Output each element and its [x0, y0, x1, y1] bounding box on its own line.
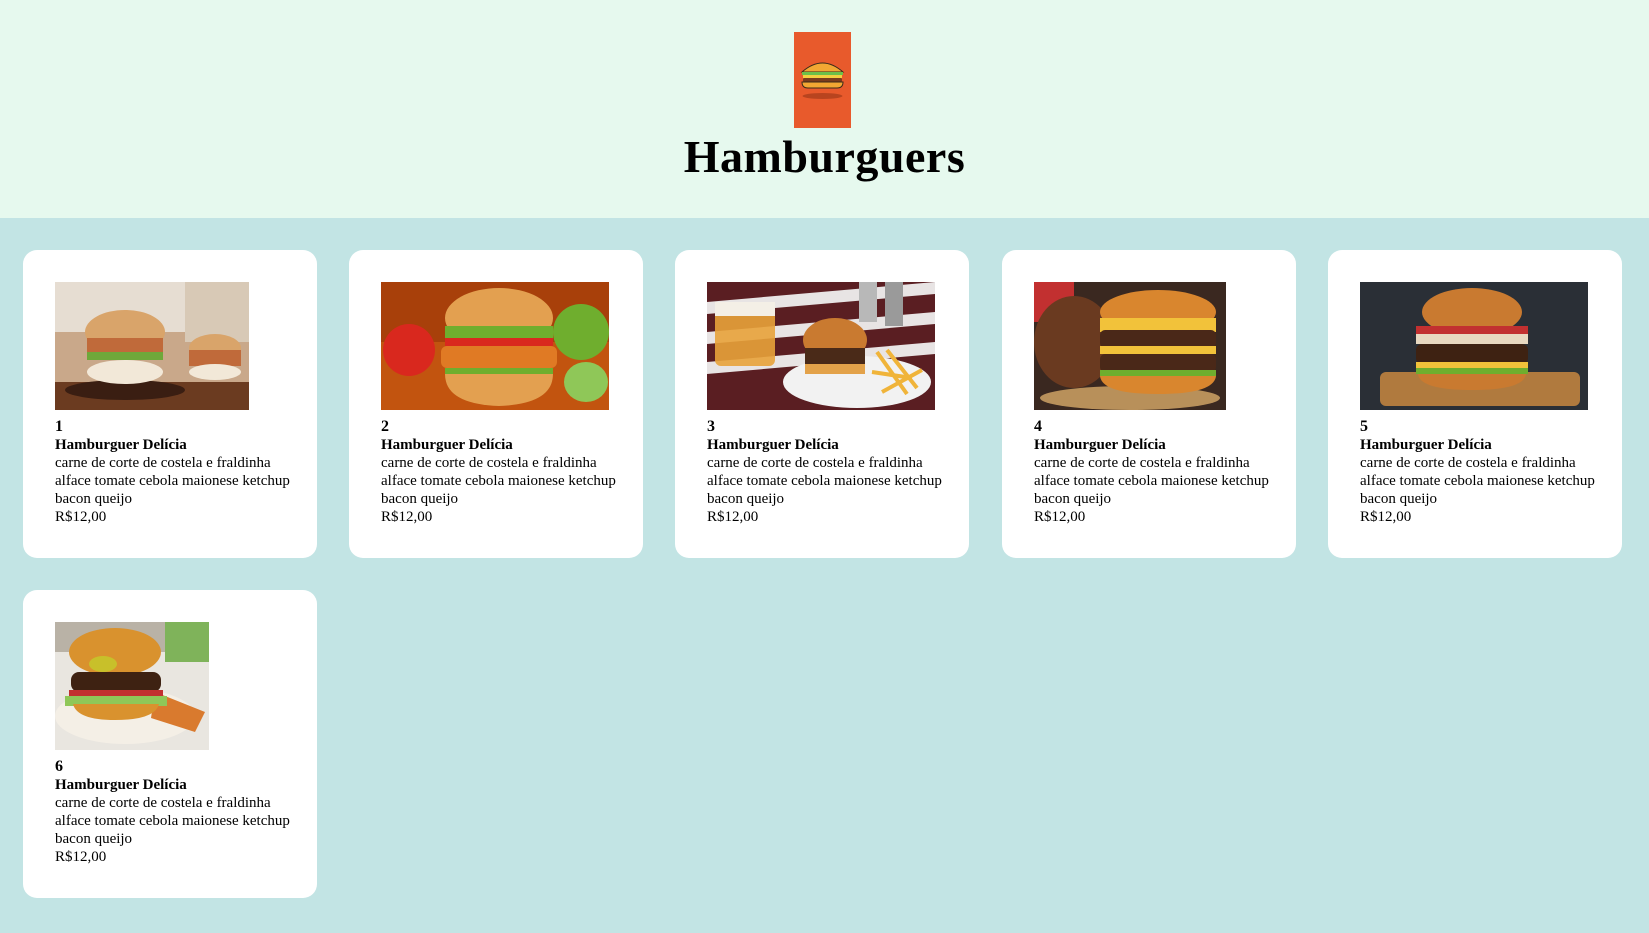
product-price: R$12,00	[55, 849, 107, 865]
product-description: carne de corte de costela e fraldinha al…	[55, 455, 290, 507]
product-card[interactable]: 1 Hamburguer Delícia carne de corte de c…	[23, 250, 317, 558]
burger-photo-1	[55, 282, 249, 410]
product-name: Hamburguer Delícia	[55, 437, 187, 453]
product-name: Hamburguer Delícia	[1034, 437, 1166, 453]
product-number: 6	[55, 758, 63, 775]
product-description: carne de corte de costela e fraldinha al…	[381, 455, 616, 507]
product-card[interactable]: 4 Hamburguer Delícia carne de corte de c…	[1002, 250, 1296, 558]
burger-photo-3	[707, 282, 935, 410]
product-number: 4	[1034, 418, 1042, 435]
product-name: Hamburguer Delícia	[55, 777, 187, 793]
product-card[interactable]: 5 Hamburguer Delícia carne de corte de c…	[1328, 250, 1622, 558]
burger-photo-4	[1034, 282, 1226, 410]
product-description: carne de corte de costela e fraldinha al…	[707, 455, 942, 507]
burger-photo-6	[55, 622, 209, 750]
product-card[interactable]: 3 Hamburguer Delícia carne de corte de c…	[675, 250, 969, 558]
product-number: 3	[707, 418, 715, 435]
product-description: carne de corte de costela e fraldinha al…	[1034, 455, 1269, 507]
product-description: carne de corte de costela e fraldinha al…	[1360, 455, 1595, 507]
product-number: 1	[55, 418, 63, 435]
product-number: 2	[381, 418, 389, 435]
product-card[interactable]: 6 Hamburguer Delícia carne de corte de c…	[23, 590, 317, 898]
product-name: Hamburguer Delícia	[381, 437, 513, 453]
burger-photo-5	[1360, 282, 1588, 410]
product-price: R$12,00	[381, 509, 433, 525]
page-header: Hamburguers	[0, 0, 1649, 218]
product-price: R$12,00	[1360, 509, 1412, 525]
product-number: 5	[1360, 418, 1368, 435]
page-title: Hamburguers	[683, 131, 966, 182]
product-price: R$12,00	[1034, 509, 1086, 525]
product-name: Hamburguer Delícia	[707, 437, 839, 453]
product-description: carne de corte de costela e fraldinha al…	[55, 795, 290, 847]
burger-photo-2	[381, 282, 609, 410]
product-price: R$12,00	[707, 509, 759, 525]
product-name: Hamburguer Delícia	[1360, 437, 1492, 453]
hamburger-logo-icon	[794, 32, 851, 128]
product-price: R$12,00	[55, 509, 107, 525]
product-card[interactable]: 2 Hamburguer Delícia carne de corte de c…	[349, 250, 643, 558]
